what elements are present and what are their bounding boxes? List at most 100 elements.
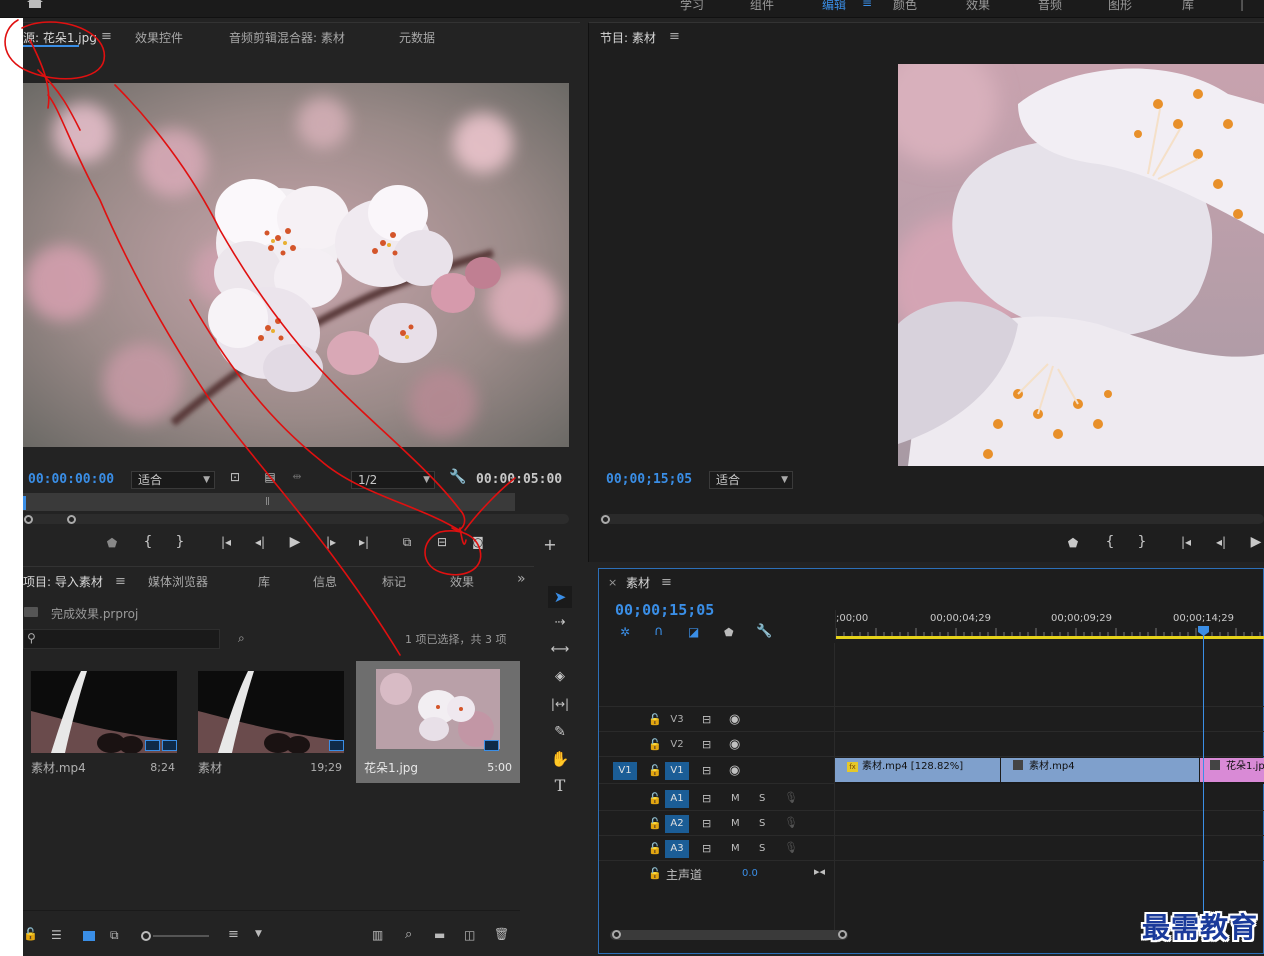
- source-menu-icon[interactable]: ≡: [101, 29, 112, 44]
- new-item-icon[interactable]: ◫: [464, 928, 475, 942]
- project-menu-icon[interactable]: ≡: [115, 574, 126, 589]
- sync-lock-icon[interactable]: ⊟: [702, 842, 711, 855]
- source-time-ruler[interactable]: [23, 493, 515, 511]
- icon-view-icon[interactable]: [83, 931, 95, 941]
- panel-overflow-icon[interactable]: »: [517, 571, 526, 587]
- project-item-flower[interactable]: 花朵1.jpg 5:00: [356, 661, 520, 783]
- timeline-zoom-handle-left[interactable]: [612, 930, 621, 939]
- timeline-clip-1[interactable]: fx 素材.mp4 [128.82%]: [835, 758, 1000, 782]
- home-icon[interactable]: [26, 0, 44, 8]
- eye-icon[interactable]: ◉: [729, 712, 740, 727]
- pen-tool-icon[interactable]: ✎: [548, 721, 572, 743]
- hand-tool-icon[interactable]: ✋: [548, 748, 572, 770]
- lock-icon[interactable]: 🔓: [648, 713, 662, 726]
- program-mark-out-icon[interactable]: }: [1132, 534, 1152, 550]
- tab-project[interactable]: 项目: 导入素材: [23, 573, 103, 590]
- project-search-input[interactable]: ⚲: [23, 629, 220, 649]
- source-current-timecode[interactable]: 00:00:00:00: [28, 472, 114, 487]
- workspace-tab-editing[interactable]: 编辑: [822, 0, 846, 13]
- trash-icon[interactable]: 🗑: [494, 927, 509, 941]
- mute-button[interactable]: M: [731, 818, 740, 829]
- workspace-overflow-icon[interactable]: |: [1240, 0, 1244, 11]
- workspace-tab-color[interactable]: 颜色: [893, 0, 917, 13]
- eye-icon[interactable]: ◉: [729, 763, 740, 778]
- track-label[interactable]: V1: [665, 762, 689, 780]
- lock-icon[interactable]: 🔓: [648, 842, 662, 855]
- lock-icon[interactable]: 🔓: [648, 764, 662, 777]
- source-resolution-dropdown[interactable]: 1/2 ▼: [351, 471, 435, 489]
- go-to-in-icon[interactable]: |◂: [216, 535, 236, 549]
- timeline-current-timecode[interactable]: 00;00;15;05: [615, 601, 714, 619]
- ripple-edit-tool-icon[interactable]: ⟷: [548, 639, 572, 661]
- tab-metadata[interactable]: 元数据: [399, 29, 435, 46]
- source-playhead[interactable]: [23, 496, 26, 510]
- mark-out-icon[interactable]: }: [170, 534, 190, 550]
- timeline-clip-3[interactable]: 花朵1.jpg: [1200, 758, 1264, 782]
- track-select-tool-icon[interactable]: ⇢: [548, 612, 572, 634]
- project-item-sequence[interactable]: 素材 19;29: [190, 661, 350, 783]
- program-current-timecode[interactable]: 00;00;15;05: [606, 472, 692, 487]
- razor-tool-icon[interactable]: ◈: [548, 666, 572, 688]
- lock-icon[interactable]: 🔓: [23, 927, 38, 941]
- sequence-tab[interactable]: 素材: [626, 574, 650, 591]
- microphone-icon[interactable]: 🎙: [784, 841, 798, 854]
- list-view-icon[interactable]: ☰: [51, 928, 62, 942]
- tab-source[interactable]: 源: 花朵1.jpg: [23, 29, 97, 46]
- source-zoom-scrollbar[interactable]: [23, 514, 569, 524]
- source-zoom-handle-right[interactable]: [67, 515, 76, 524]
- drag-audio-icon[interactable]: ⇹: [287, 470, 307, 483]
- wrench-icon[interactable]: 🔧: [448, 469, 468, 485]
- insert-icon[interactable]: ⊡: [225, 470, 245, 484]
- tab-audio-clip-mixer[interactable]: 音频剪辑混合器: 素材: [229, 29, 345, 46]
- tab-info[interactable]: 信息: [313, 573, 337, 590]
- timeline-playhead-line[interactable]: [1203, 628, 1204, 934]
- workspace-menu-icon[interactable]: ≡: [862, 0, 872, 10]
- mark-in-icon[interactable]: {: [138, 534, 158, 550]
- workspace-tab-audio[interactable]: 音频: [1038, 0, 1062, 13]
- nest-toggle-icon[interactable]: ✲: [620, 625, 630, 639]
- lock-icon[interactable]: 🔓: [648, 817, 662, 830]
- workspace-tab-effects[interactable]: 效果: [966, 0, 990, 13]
- mute-button[interactable]: M: [731, 843, 740, 854]
- type-tool-icon[interactable]: T: [548, 775, 572, 797]
- microphone-icon[interactable]: 🎙: [784, 816, 798, 829]
- lock-icon[interactable]: 🔓: [648, 738, 662, 751]
- source-patch-v1[interactable]: V1: [613, 762, 637, 780]
- program-add-marker-icon[interactable]: ⬟: [1063, 536, 1083, 550]
- tab-libraries[interactable]: 库: [258, 573, 270, 590]
- workspace-tab-graphics[interactable]: 图形: [1108, 0, 1132, 13]
- sync-lock-icon[interactable]: ⊟: [702, 764, 711, 777]
- add-button-icon[interactable]: +: [540, 535, 560, 554]
- program-menu-icon[interactable]: ≡: [669, 29, 680, 44]
- sync-lock-icon[interactable]: ⊟: [702, 817, 711, 830]
- program-go-to-in-icon[interactable]: |◂: [1176, 535, 1196, 549]
- sort-icon[interactable]: ≡: [228, 927, 239, 942]
- program-zoom-scrollbar[interactable]: [600, 514, 1264, 524]
- selection-tool-icon[interactable]: ➤: [548, 586, 572, 608]
- zoom-slider-handle[interactable]: [141, 931, 151, 941]
- master-volume-value[interactable]: 0.0: [742, 868, 758, 879]
- automate-to-sequence-icon[interactable]: ▥: [372, 928, 383, 942]
- program-fit-dropdown[interactable]: 适合 ▼: [709, 471, 793, 489]
- zoom-slider-track[interactable]: [153, 935, 209, 937]
- sync-lock-icon[interactable]: ⊟: [702, 738, 711, 751]
- sync-lock-icon[interactable]: ⊟: [702, 792, 711, 805]
- go-to-out-icon[interactable]: ▸|: [354, 535, 374, 549]
- solo-button[interactable]: S: [759, 843, 765, 854]
- track-label[interactable]: A2: [665, 815, 689, 833]
- timeline-zoom-scrollbar[interactable]: [610, 930, 848, 940]
- linked-selection-icon[interactable]: ◪: [688, 625, 699, 639]
- sequence-menu-icon[interactable]: ≡: [661, 575, 672, 590]
- film-strip-icon[interactable]: ▤: [260, 470, 280, 484]
- find-icon[interactable]: ⌕: [238, 631, 245, 646]
- snap-magnet-icon[interactable]: ∩: [654, 624, 664, 639]
- workspace-tab-libraries[interactable]: 库: [1182, 0, 1194, 13]
- program-mark-in-icon[interactable]: {: [1100, 534, 1120, 550]
- program-step-back-icon[interactable]: ◂|: [1211, 535, 1231, 549]
- source-zoom-handle-left[interactable]: [24, 515, 33, 524]
- lock-icon[interactable]: 🔓: [648, 792, 662, 805]
- go-to-end-icon[interactable]: ▸◂: [814, 865, 825, 878]
- sync-lock-icon[interactable]: ⊟: [702, 713, 711, 726]
- track-label[interactable]: V2: [665, 736, 689, 754]
- overwrite-clip-icon[interactable]: ⊟: [432, 535, 452, 549]
